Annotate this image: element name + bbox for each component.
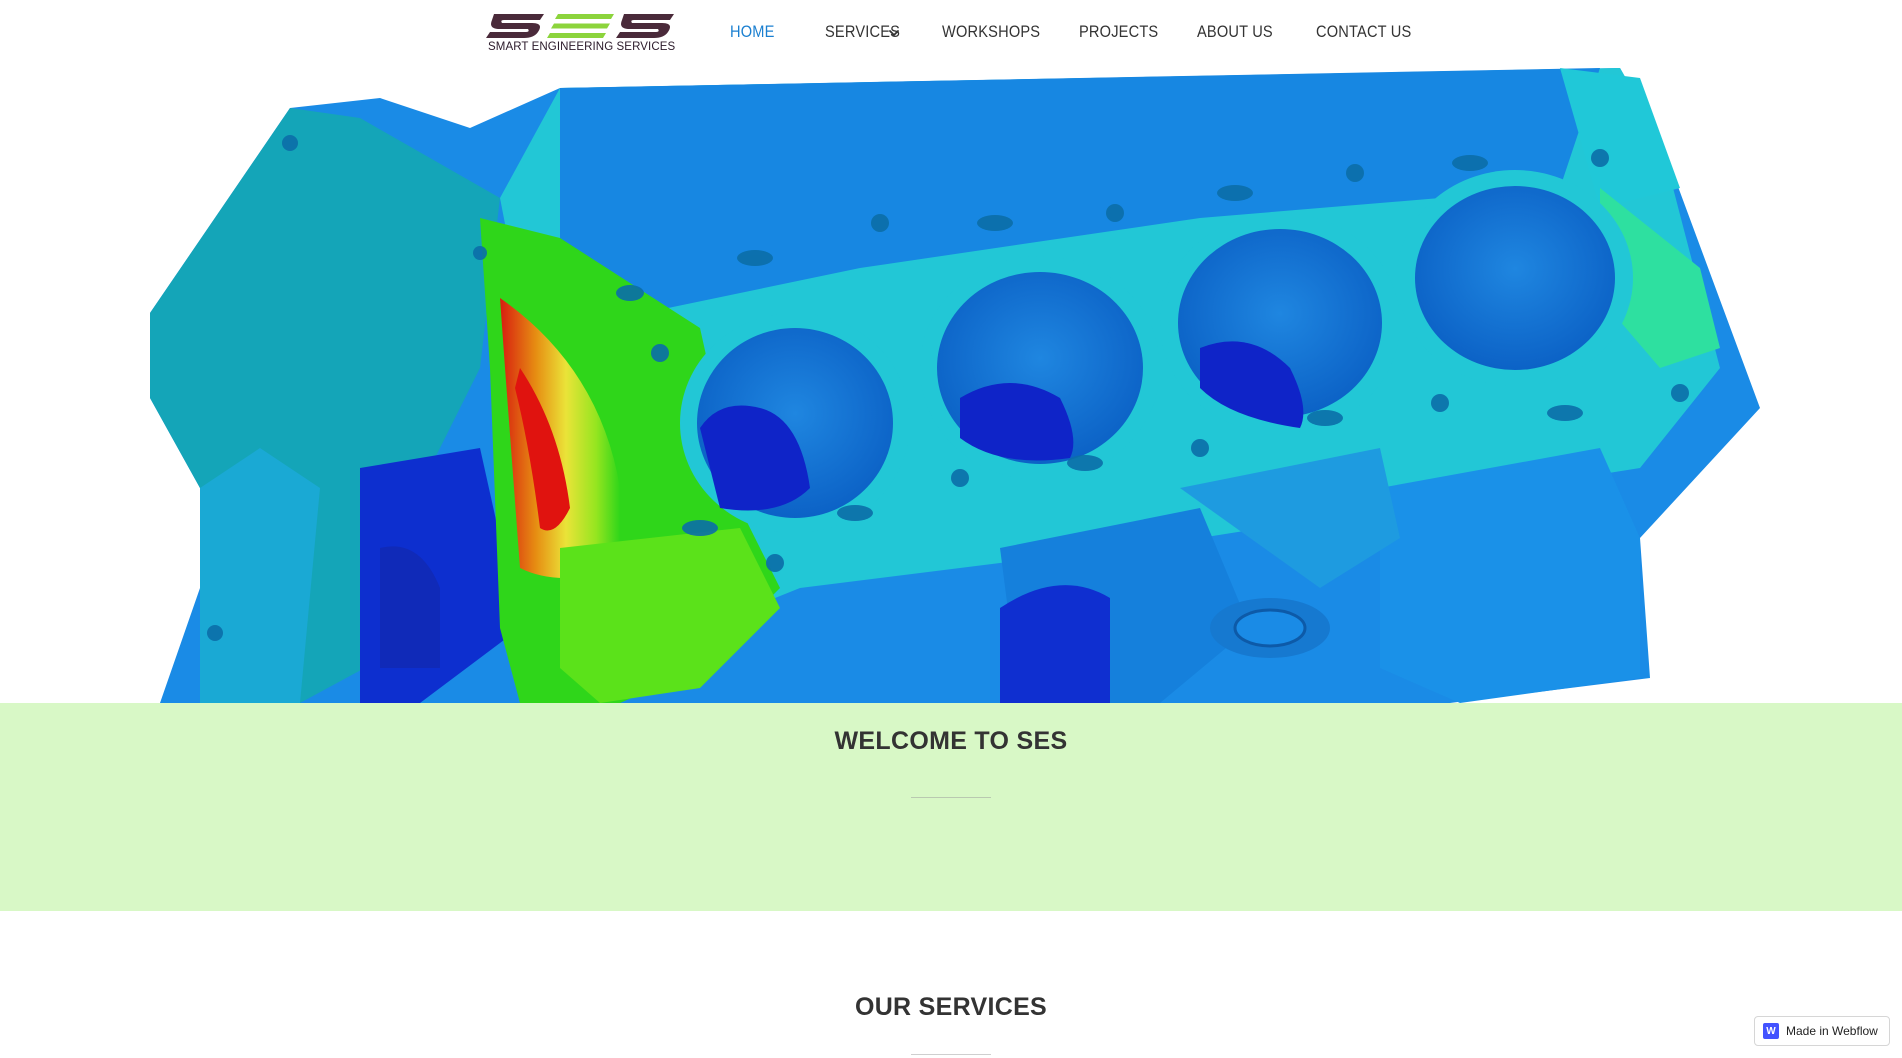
webflow-icon: W bbox=[1763, 1023, 1779, 1039]
badge-label: Made in Webflow bbox=[1786, 1024, 1878, 1038]
nav-projects[interactable]: PROJECTS bbox=[1079, 22, 1158, 42]
nav-home[interactable]: HOME bbox=[730, 22, 775, 42]
services-title: OUR SERVICES bbox=[854, 993, 1048, 1021]
nav-contact-us[interactable]: CONTACT US bbox=[1316, 22, 1411, 42]
services-divider bbox=[911, 1054, 991, 1055]
welcome-title: WELCOME TO SES bbox=[834, 727, 1068, 755]
welcome-section: WELCOME TO SES bbox=[0, 703, 1902, 911]
nav-workshops[interactable]: WORKSHOPS bbox=[942, 22, 1040, 42]
welcome-divider bbox=[911, 797, 991, 798]
ses-logo-mark bbox=[486, 14, 674, 38]
nav-about-us[interactable]: ABOUT US bbox=[1197, 22, 1273, 42]
hero-image bbox=[0, 68, 1902, 703]
chevron-down-icon[interactable] bbox=[887, 26, 901, 40]
logo[interactable]: SMART ENGINEERING SERVICES bbox=[486, 10, 676, 56]
navbar: SMART ENGINEERING SERVICES HOME SERVICES… bbox=[0, 0, 1902, 68]
logo-subtitle: SMART ENGINEERING SERVICES bbox=[488, 41, 676, 53]
engine-block-illustration bbox=[150, 68, 1760, 703]
made-in-webflow-badge[interactable]: W Made in Webflow bbox=[1754, 1016, 1890, 1046]
